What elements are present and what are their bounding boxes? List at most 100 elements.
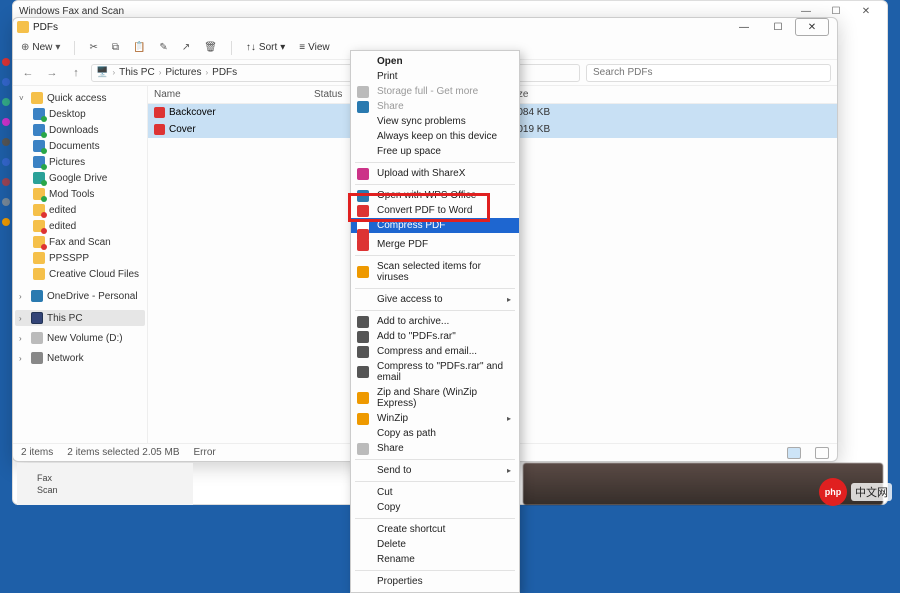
share-icon[interactable]: ↗	[182, 42, 190, 53]
watermark-text: 中文网	[851, 483, 892, 501]
ctx-delete[interactable]: Delete	[351, 537, 519, 552]
pictures-icon	[33, 156, 45, 168]
share-icon	[357, 443, 369, 455]
search-input[interactable]	[586, 64, 831, 82]
nav-documents[interactable]: Documents	[15, 138, 145, 154]
ctx-zip-share[interactable]: Zip and Share (WinZip Express)	[351, 385, 519, 411]
ctx-always-keep[interactable]: Always keep on this device	[351, 129, 519, 144]
ctx-compress-pdf[interactable]: Compress PDF	[351, 218, 519, 233]
delete-icon[interactable]: 🗑	[204, 42, 217, 53]
this-pc-icon	[31, 312, 43, 324]
nav-quick-access[interactable]: ˅Quick access	[15, 90, 145, 106]
folder-icon	[33, 188, 45, 200]
desktop-edge-icons	[0, 52, 12, 412]
file-name: Cover	[169, 124, 196, 135]
chevron-right-icon: ▸	[507, 414, 511, 423]
breadcrumb-segment[interactable]: Pictures	[165, 67, 201, 78]
ctx-sharex[interactable]: Upload with ShareX	[351, 166, 519, 181]
nav-onedrive[interactable]: ›OneDrive - Personal	[15, 288, 145, 304]
ctx-rename[interactable]: Rename	[351, 552, 519, 567]
status-error: Error	[194, 447, 216, 458]
forward-button[interactable]: →	[43, 67, 61, 79]
status-selection: 2 items selected 2.05 MB	[67, 447, 179, 458]
ctx-scan-virus[interactable]: Scan selected items for viruses	[351, 259, 519, 285]
sharex-icon	[357, 168, 369, 180]
winzip-icon	[357, 413, 369, 425]
nav-this-pc[interactable]: ›This PC	[15, 310, 145, 326]
col-size[interactable]: Size	[509, 89, 831, 100]
bg-close-button[interactable]: ✕	[851, 6, 881, 17]
context-menu: Open Print Storage full - Get more Share…	[350, 50, 520, 593]
chevron-right-icon: ▸	[507, 466, 511, 475]
nav-mod-tools[interactable]: Mod Tools	[15, 186, 145, 202]
bg-window-title: Windows Fax and Scan	[19, 6, 124, 17]
back-button[interactable]: ←	[19, 67, 37, 79]
nav-downloads[interactable]: Downloads	[15, 122, 145, 138]
pdf-icon	[154, 124, 165, 135]
ctx-give-access[interactable]: Give access to▸	[351, 292, 519, 307]
downloads-icon	[33, 124, 45, 136]
shield-icon	[357, 266, 369, 278]
ctx-convert-word[interactable]: Convert PDF to Word	[351, 203, 519, 218]
ctx-compress-email[interactable]: Compress and email...	[351, 344, 519, 359]
file-size: 1,019 KB	[509, 124, 831, 135]
nav-pictures[interactable]: Pictures	[15, 154, 145, 170]
nav-edited[interactable]: edited	[15, 202, 145, 218]
nav-new-volume[interactable]: ›New Volume (D:)	[15, 330, 145, 346]
folder-icon	[33, 204, 45, 216]
ctx-copy[interactable]: Copy	[351, 500, 519, 515]
col-name[interactable]: Name	[154, 89, 314, 100]
ctx-share[interactable]: Share	[351, 99, 519, 114]
share-icon	[357, 101, 369, 113]
ctx-storage-full[interactable]: Storage full - Get more	[351, 84, 519, 99]
view-button[interactable]: ≡ View	[299, 42, 329, 53]
ctx-view-sync[interactable]: View sync problems	[351, 114, 519, 129]
bg-min-button[interactable]: —	[791, 6, 821, 17]
up-button[interactable]: ↑	[67, 67, 85, 79]
rename-icon[interactable]: ✎	[159, 42, 167, 53]
copy-icon[interactable]: ⧉	[112, 42, 119, 53]
thumbnails-view-button[interactable]	[815, 447, 829, 459]
ctx-send-to[interactable]: Send to▸	[351, 463, 519, 478]
ctx-print[interactable]: Print	[351, 69, 519, 84]
nav-edited-2[interactable]: edited	[15, 218, 145, 234]
nav-ppsspp[interactable]: PPSSPP	[15, 250, 145, 266]
minimize-button[interactable]: —	[727, 18, 761, 36]
sort-button[interactable]: ↑↓ Sort ▾	[246, 42, 285, 53]
ctx-share2[interactable]: Share	[351, 441, 519, 456]
winzip-icon	[357, 392, 369, 404]
nav-fax-and-scan[interactable]: Fax and Scan	[15, 234, 145, 250]
watermark: php 中文网	[819, 478, 892, 506]
ctx-create-shortcut[interactable]: Create shortcut	[351, 522, 519, 537]
new-button[interactable]: ⊕New▾	[21, 42, 60, 53]
paste-icon[interactable]: 📋	[133, 42, 145, 53]
nav-network[interactable]: ›Network	[15, 350, 145, 366]
nav-creative-cloud[interactable]: Creative Cloud Files	[15, 266, 145, 282]
chevron-right-icon: ›	[112, 68, 115, 77]
ctx-merge-pdf[interactable]: Merge PDF	[351, 237, 519, 252]
folder-icon	[33, 220, 45, 232]
ctx-open[interactable]: Open	[351, 54, 519, 69]
cut-icon[interactable]: ✂	[89, 42, 97, 53]
nav-desktop[interactable]: Desktop	[15, 106, 145, 122]
ctx-wps[interactable]: Open with WPS Office	[351, 188, 519, 203]
ctx-copy-path[interactable]: Copy as path	[351, 426, 519, 441]
ctx-cut[interactable]: Cut	[351, 485, 519, 500]
close-button[interactable]: ✕	[795, 18, 829, 36]
nav-google-drive[interactable]: Google Drive	[15, 170, 145, 186]
drive-icon	[31, 332, 43, 344]
ctx-properties[interactable]: Properties	[351, 574, 519, 589]
ctx-free-up[interactable]: Free up space	[351, 144, 519, 159]
ctx-add-archive[interactable]: Add to archive...	[351, 314, 519, 329]
cloud-disabled-icon	[357, 86, 369, 98]
star-icon	[31, 92, 43, 104]
wps-icon	[357, 190, 369, 202]
ctx-add-rar[interactable]: Add to "PDFs.rar"	[351, 329, 519, 344]
ctx-winzip[interactable]: WinZip▸	[351, 411, 519, 426]
bg-max-button[interactable]: ☐	[821, 6, 851, 17]
ctx-compress-rar-email[interactable]: Compress to "PDFs.rar" and email	[351, 359, 519, 385]
maximize-button[interactable]: ☐	[761, 18, 795, 36]
details-view-button[interactable]	[787, 447, 801, 459]
breadcrumb-segment[interactable]: This PC	[119, 67, 155, 78]
breadcrumb-segment[interactable]: PDFs	[212, 67, 237, 78]
